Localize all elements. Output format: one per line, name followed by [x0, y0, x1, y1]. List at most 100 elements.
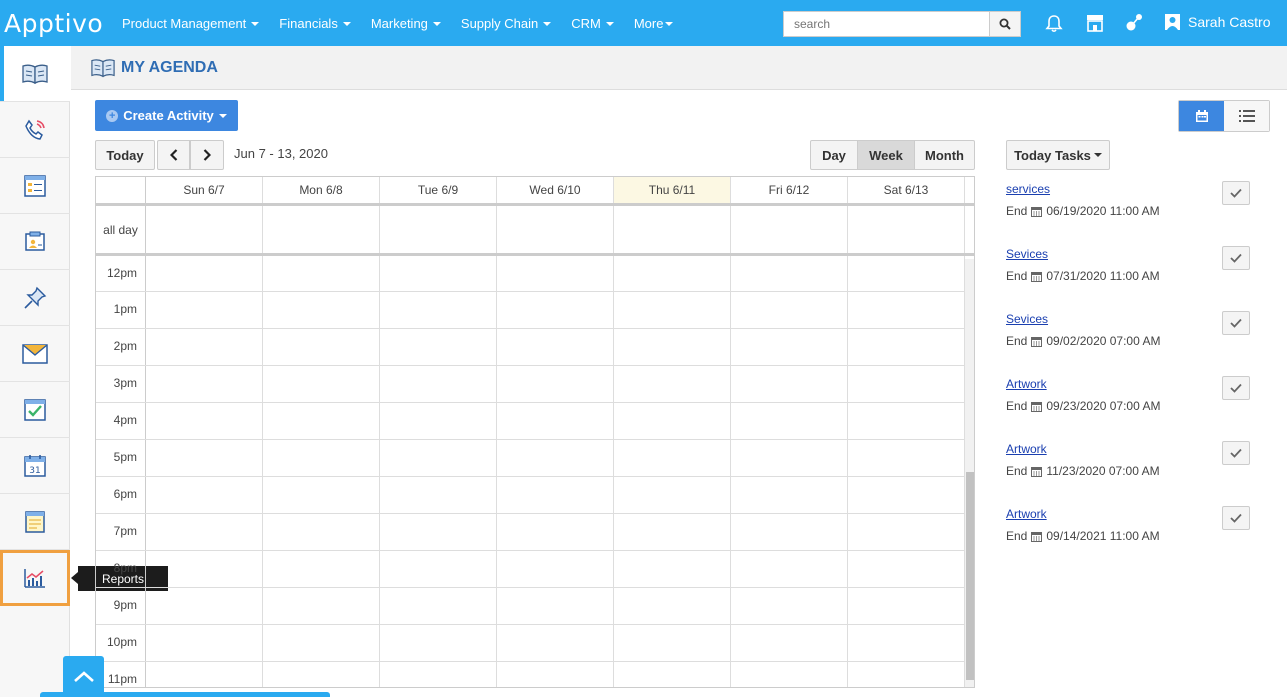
sidebar-item-agenda[interactable] — [0, 46, 70, 102]
time-slot-cell[interactable] — [263, 625, 380, 661]
time-slot-cell[interactable] — [146, 477, 263, 513]
time-slot-cell[interactable] — [380, 292, 497, 328]
time-slot-cell[interactable] — [263, 256, 380, 291]
task-title-link[interactable]: Artwork — [1006, 507, 1047, 521]
time-slot-cell[interactable] — [848, 440, 965, 476]
time-slot-cell[interactable] — [848, 256, 965, 291]
day-view-button[interactable]: Day — [810, 140, 858, 170]
sidebar-item-calendar[interactable]: 31 — [0, 438, 70, 494]
sidebar-item-calls[interactable] — [0, 102, 70, 158]
time-slot-cell[interactable] — [146, 366, 263, 402]
complete-task-button[interactable] — [1222, 441, 1250, 465]
time-slot-cell[interactable] — [263, 366, 380, 402]
time-slot-cell[interactable] — [614, 329, 731, 365]
all-day-cell[interactable] — [848, 206, 965, 253]
user-menu[interactable]: Sarah Castro — [1165, 14, 1270, 30]
task-title-link[interactable]: Sevices — [1006, 247, 1048, 261]
sidebar-item-tasks[interactable] — [0, 382, 70, 438]
calendar-view-button[interactable] — [1179, 101, 1224, 131]
time-slot-cell[interactable] — [497, 329, 614, 365]
time-slot-cell[interactable] — [731, 329, 848, 365]
time-slot-cell[interactable] — [731, 292, 848, 328]
day-header[interactable]: Fri 6/12 — [731, 177, 848, 203]
time-slot-cell[interactable] — [731, 662, 848, 687]
time-slot-cell[interactable] — [146, 329, 263, 365]
time-slot-cell[interactable] — [731, 514, 848, 550]
all-day-cell[interactable] — [263, 206, 380, 253]
time-slot-cell[interactable] — [380, 662, 497, 687]
create-activity-button[interactable]: + Create Activity — [95, 100, 238, 131]
time-slot-cell[interactable] — [497, 588, 614, 624]
time-slot-cell[interactable] — [848, 477, 965, 513]
task-title-link[interactable]: Sevices — [1006, 312, 1048, 326]
all-day-cell[interactable] — [731, 206, 848, 253]
sidebar-item-pins[interactable] — [0, 270, 70, 326]
all-day-cell[interactable] — [614, 206, 731, 253]
time-slot-cell[interactable] — [263, 477, 380, 513]
time-slot-cell[interactable] — [263, 514, 380, 550]
time-slot-cell[interactable] — [614, 256, 731, 291]
time-slot-cell[interactable] — [731, 440, 848, 476]
time-slot-cell[interactable] — [848, 292, 965, 328]
day-header[interactable]: Wed 6/10 — [497, 177, 614, 203]
complete-task-button[interactable] — [1222, 181, 1250, 205]
search-button[interactable] — [989, 12, 1020, 36]
time-slot-cell[interactable] — [380, 366, 497, 402]
time-slot-cell[interactable] — [497, 403, 614, 439]
today-tasks-button[interactable]: Today Tasks — [1006, 140, 1110, 170]
time-slot-cell[interactable] — [263, 403, 380, 439]
task-title-link[interactable]: Artwork — [1006, 442, 1047, 456]
time-slot-cell[interactable] — [614, 625, 731, 661]
today-button[interactable]: Today — [95, 140, 155, 170]
time-slot-cell[interactable] — [497, 477, 614, 513]
time-slot-cell[interactable] — [848, 551, 965, 587]
time-slot-cell[interactable] — [380, 477, 497, 513]
time-slot-cell[interactable] — [380, 514, 497, 550]
time-slot-cell[interactable] — [497, 625, 614, 661]
time-slot-cell[interactable] — [263, 551, 380, 587]
time-slot-cell[interactable] — [263, 588, 380, 624]
complete-task-button[interactable] — [1222, 311, 1250, 335]
time-slot-cell[interactable] — [731, 403, 848, 439]
task-title-link[interactable]: Artwork — [1006, 377, 1047, 391]
day-header[interactable]: Sun 6/7 — [146, 177, 263, 203]
sidebar-item-reports[interactable] — [0, 550, 70, 606]
time-slot-cell[interactable] — [497, 292, 614, 328]
notifications-button[interactable] — [1043, 12, 1065, 34]
time-slot-cell[interactable] — [380, 625, 497, 661]
time-slot-cell[interactable] — [614, 366, 731, 402]
time-slot-cell[interactable] — [614, 477, 731, 513]
time-slot-cell[interactable] — [848, 366, 965, 402]
all-day-cell[interactable] — [146, 206, 263, 253]
day-header-today[interactable]: Thu 6/11 — [614, 177, 731, 203]
time-slot-cell[interactable] — [146, 403, 263, 439]
nav-more[interactable]: More — [634, 16, 674, 31]
time-slot-cell[interactable] — [146, 662, 263, 687]
time-slot-cell[interactable] — [614, 514, 731, 550]
nav-supply-chain[interactable]: Supply Chain — [461, 16, 552, 31]
calendar-scrollbar[interactable] — [964, 259, 974, 687]
time-slot-cell[interactable] — [263, 329, 380, 365]
next-week-button[interactable] — [190, 140, 224, 170]
time-slot-cell[interactable] — [146, 440, 263, 476]
time-slot-cell[interactable] — [848, 662, 965, 687]
time-slot-cell[interactable] — [146, 292, 263, 328]
time-slot-cell[interactable] — [497, 256, 614, 291]
prev-week-button[interactable] — [157, 140, 190, 170]
sidebar-item-contacts[interactable] — [0, 214, 70, 270]
day-header[interactable]: Sat 6/13 — [848, 177, 965, 203]
search-input[interactable] — [784, 12, 990, 36]
complete-task-button[interactable] — [1222, 376, 1250, 400]
scroll-to-top-button[interactable] — [63, 656, 104, 697]
time-slot-cell[interactable] — [731, 625, 848, 661]
sidebar-item-notes[interactable] — [0, 158, 70, 214]
time-slot-cell[interactable] — [731, 366, 848, 402]
time-slot-cell[interactable] — [614, 662, 731, 687]
nav-product-management[interactable]: Product Management — [122, 16, 260, 31]
time-slot-cell[interactable] — [731, 588, 848, 624]
time-slot-cell[interactable] — [497, 514, 614, 550]
time-slot-cell[interactable] — [146, 588, 263, 624]
time-slot-cell[interactable] — [731, 551, 848, 587]
time-slot-cell[interactable] — [614, 588, 731, 624]
time-slot-cell[interactable] — [146, 625, 263, 661]
